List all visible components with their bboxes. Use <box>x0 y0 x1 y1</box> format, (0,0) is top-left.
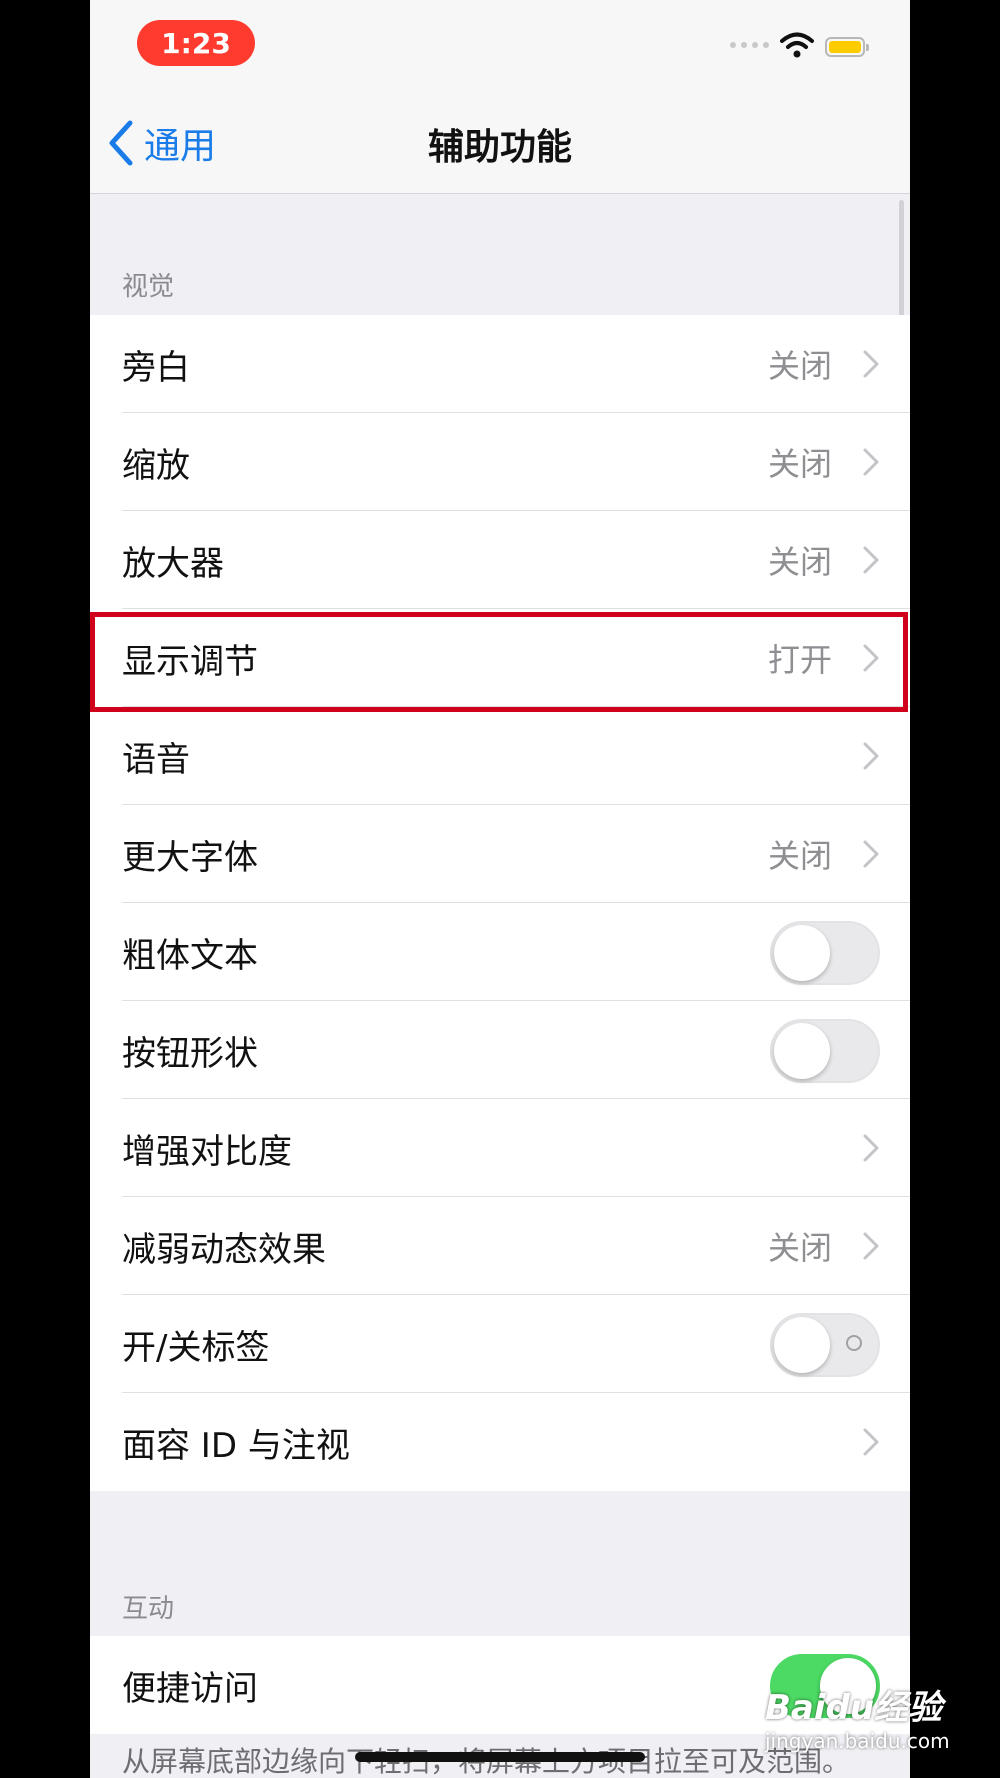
row-value: 关闭 <box>767 543 832 581</box>
row-value: 打开 <box>767 641 832 679</box>
back-label: 通用 <box>144 126 217 167</box>
row-label: 粗体文本 <box>122 935 258 976</box>
row-label: 便捷访问 <box>122 1668 258 1709</box>
chevron-right-icon <box>863 546 879 574</box>
chevron-right-icon <box>863 644 879 672</box>
cellular-signal-icon <box>730 42 769 48</box>
row-label: 放大器 <box>122 543 224 584</box>
row-label: 缩放 <box>122 445 190 486</box>
section-header-interaction: 互动 <box>122 1594 175 1624</box>
battery-icon <box>825 37 869 57</box>
chevron-right-icon <box>863 840 879 868</box>
chevron-right-icon <box>863 448 879 476</box>
row-reduce-motion[interactable]: 减弱动态效果 关闭 <box>90 1197 910 1295</box>
section-header-vision: 视觉 <box>122 272 175 302</box>
row-label: 显示调节 <box>122 641 258 682</box>
watermark-sub: jingyan.baidu.com <box>765 1729 950 1753</box>
row-label: 增强对比度 <box>122 1131 292 1172</box>
chevron-right-icon <box>863 350 879 378</box>
chevron-right-icon <box>863 742 879 770</box>
row-label: 按钮形状 <box>122 1033 258 1074</box>
back-button[interactable]: 通用 <box>106 115 216 171</box>
row-label: 减弱动态效果 <box>122 1229 326 1270</box>
row-on-off-labels: 开/关标签 <box>90 1295 910 1393</box>
row-value: 关闭 <box>767 445 832 483</box>
phone-screen: 1:23 辅助功能 通用 视觉 旁白 关闭 缩放 关闭 放大器 关闭 显示调节 … <box>90 0 910 1778</box>
vision-settings-group: 旁白 关闭 缩放 关闭 放大器 关闭 显示调节 打开 语音 更大字体 关闭 粗体… <box>90 315 910 1491</box>
watermark-main: Baidu经验 <box>765 1688 943 1728</box>
navigation-bar: 辅助功能 通用 <box>90 95 910 194</box>
chevron-left-icon <box>109 120 133 166</box>
watermark-logo: Baidu经验 jingyan.baidu.com <box>765 1680 965 1753</box>
on-off-labels-toggle[interactable] <box>770 1313 880 1377</box>
row-voiceover[interactable]: 旁白 关闭 <box>90 315 910 413</box>
row-face-id-attention[interactable]: 面容 ID 与注视 <box>90 1393 910 1491</box>
chevron-right-icon <box>863 1232 879 1260</box>
row-bold-text: 粗体文本 <box>90 903 910 1001</box>
status-time[interactable]: 1:23 <box>137 20 255 66</box>
row-label: 更大字体 <box>122 837 258 878</box>
row-speech[interactable]: 语音 <box>90 707 910 805</box>
row-value: 关闭 <box>767 1229 832 1267</box>
row-increase-contrast[interactable]: 增强对比度 <box>90 1099 910 1197</box>
row-button-shapes: 按钮形状 <box>90 1001 910 1099</box>
row-larger-text[interactable]: 更大字体 关闭 <box>90 805 910 903</box>
button-shapes-toggle[interactable] <box>770 1019 880 1083</box>
row-label: 旁白 <box>122 347 190 388</box>
home-indicator[interactable] <box>355 1752 645 1762</box>
chevron-right-icon <box>863 1134 879 1162</box>
row-label: 语音 <box>122 739 190 780</box>
wifi-icon <box>780 32 814 58</box>
row-display-accommodations[interactable]: 显示调节 打开 <box>90 609 910 707</box>
chevron-right-icon <box>863 1428 879 1456</box>
bold-text-toggle[interactable] <box>770 921 880 985</box>
row-label: 开/关标签 <box>122 1327 270 1368</box>
row-magnifier[interactable]: 放大器 关闭 <box>90 511 910 609</box>
off-label-circle-icon <box>846 1335 862 1351</box>
row-label: 面容 ID 与注视 <box>122 1425 350 1466</box>
row-value: 关闭 <box>767 837 832 875</box>
row-zoom[interactable]: 缩放 关闭 <box>90 413 910 511</box>
row-value: 关闭 <box>767 347 832 385</box>
status-bar: 1:23 <box>90 0 910 95</box>
